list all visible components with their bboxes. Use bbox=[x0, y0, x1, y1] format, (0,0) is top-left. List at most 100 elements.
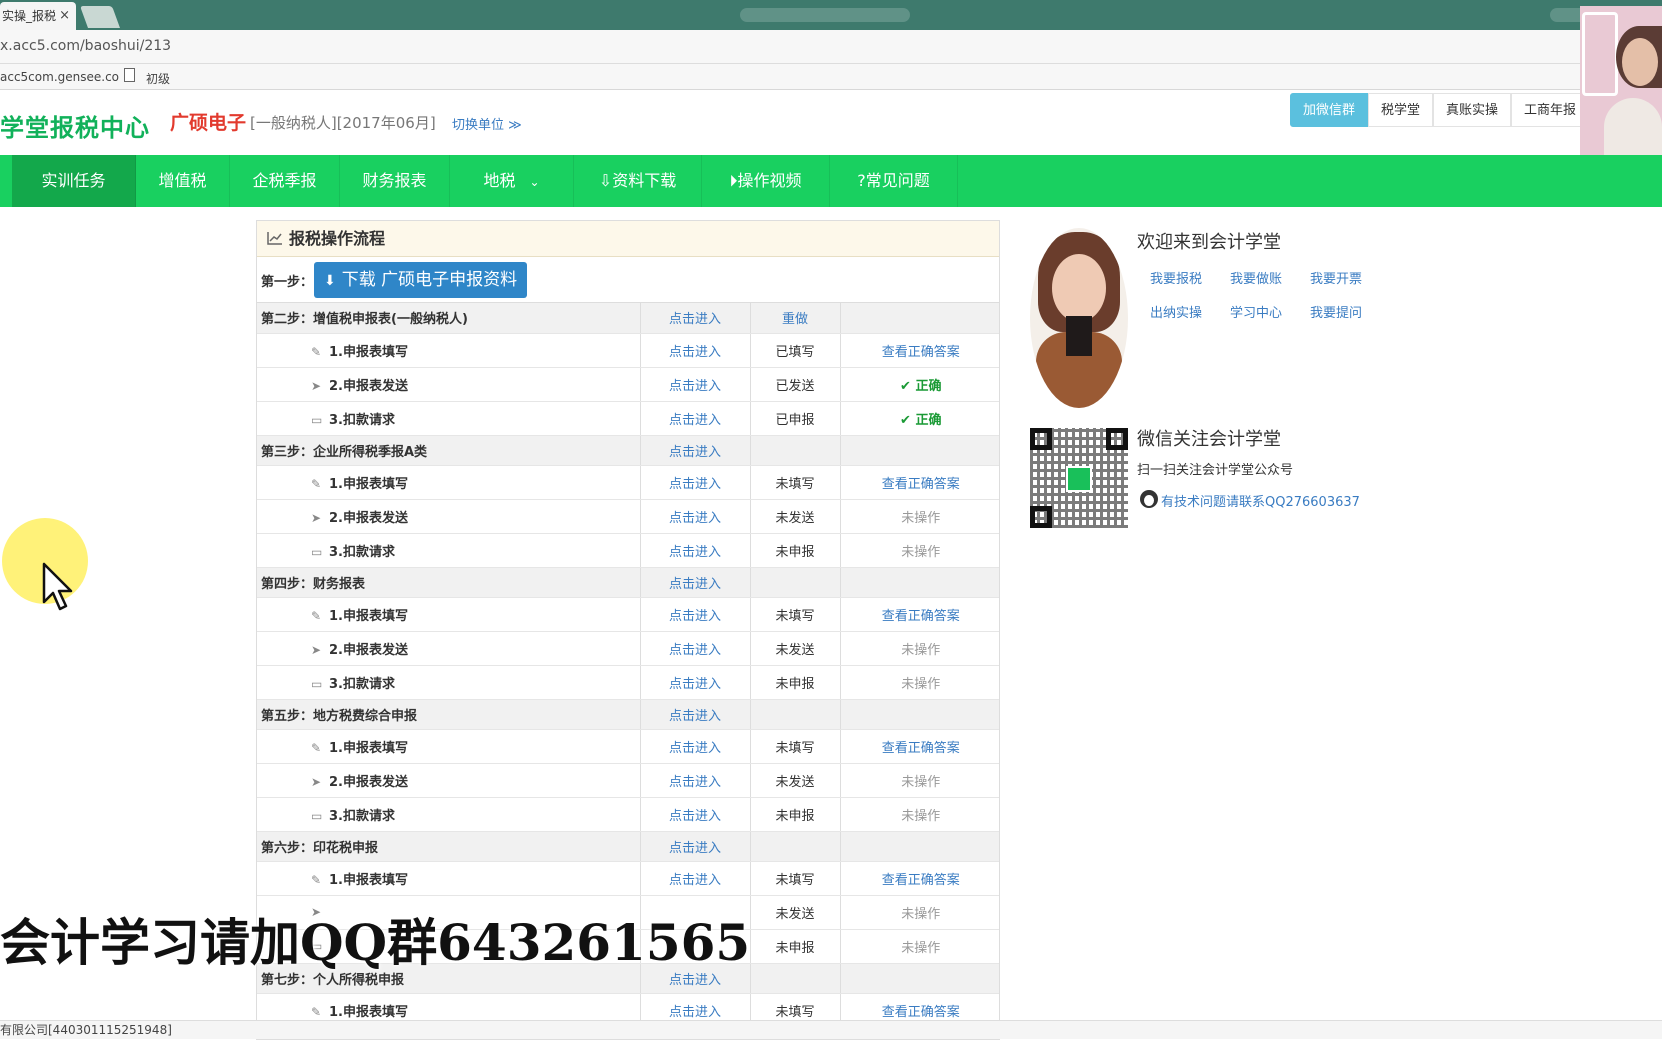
view-answer-link[interactable]: 查看正确答案 bbox=[882, 1005, 960, 1020]
step-title: 第三步：企业所得税季报A类 bbox=[261, 444, 428, 460]
result-text: 未操作 bbox=[901, 906, 941, 922]
sub-step: ▭ 3.扣款请求 bbox=[257, 677, 395, 692]
enter-link[interactable]: 点击进入 bbox=[669, 445, 721, 460]
annual-report-link[interactable]: 工商年报 bbox=[1511, 93, 1590, 127]
quick-link-bookkeeping[interactable]: 我要做账 bbox=[1230, 268, 1282, 287]
enter-link[interactable]: 点击进入 bbox=[669, 775, 721, 790]
download-materials-button[interactable]: ⬇ 下载 广硕电子申报资料 bbox=[314, 262, 528, 298]
sub-step: ✎ 1.申报表填写 bbox=[257, 873, 408, 888]
enter-link[interactable]: 点击进入 bbox=[669, 1005, 721, 1020]
monitor-icon: ▭ bbox=[311, 676, 323, 691]
sub-step-label: 1.申报表填写 bbox=[329, 1004, 408, 1020]
play-icon: ⏵ bbox=[729, 171, 738, 190]
table-row: ✎ 1.申报表填写 点击进入 已填写 查看正确答案 bbox=[257, 333, 999, 368]
status-text: 已填写 bbox=[775, 344, 815, 360]
qq-contact-link[interactable]: 有技术问题请联系QQ276603637 bbox=[1161, 491, 1360, 510]
enter-link[interactable]: 点击进入 bbox=[669, 873, 721, 888]
view-answer-link[interactable]: 查看正确答案 bbox=[882, 609, 960, 624]
enter-link[interactable]: 点击进入 bbox=[669, 477, 721, 492]
enter-link[interactable]: 点击进入 bbox=[669, 545, 721, 560]
nav-local-tax[interactable]: 地税 ⌄ bbox=[450, 155, 574, 207]
nav-download[interactable]: ⇩资料下载 bbox=[574, 155, 702, 207]
enter-link[interactable]: 点击进入 bbox=[669, 643, 721, 658]
new-tab-button[interactable] bbox=[79, 6, 121, 28]
nav-vat[interactable]: 增值税 bbox=[136, 155, 230, 207]
tax-school-link[interactable]: 税学堂 bbox=[1368, 93, 1434, 127]
view-answer-link[interactable]: 查看正确答案 bbox=[882, 873, 960, 888]
sub-step: ✎ 1.申报表填写 bbox=[257, 609, 408, 624]
enter-link[interactable]: 点击进入 bbox=[669, 809, 721, 824]
question-icon: ? bbox=[857, 171, 866, 190]
line-chart-icon bbox=[267, 232, 282, 245]
view-answer-link[interactable]: 查看正确答案 bbox=[882, 345, 960, 360]
welcome-title: 欢迎来到会计学堂 bbox=[1137, 232, 1281, 253]
nav-financial-report[interactable]: 财务报表 bbox=[340, 155, 450, 207]
switch-unit-link[interactable]: 切换单位 ≫ bbox=[452, 114, 522, 133]
quick-link-invoice[interactable]: 我要开票 bbox=[1310, 268, 1362, 287]
enter-link[interactable]: 点击进入 bbox=[669, 677, 721, 692]
sub-step: ➤ 2.申报表发送 bbox=[257, 643, 408, 658]
real-accounts-link[interactable]: 真账实操 bbox=[1433, 93, 1512, 127]
nav-corp-tax[interactable]: 企税季报 bbox=[230, 155, 340, 207]
top-links: 加微信群 税学堂 真账实操 工商年报 bbox=[1290, 93, 1590, 127]
enter-link[interactable]: 点击进入 bbox=[669, 709, 721, 724]
step-one-row: 第一步： ⬇ 下载 广硕电子申报资料 bbox=[257, 257, 999, 303]
enter-link[interactable]: 点击进入 bbox=[669, 312, 721, 327]
quick-link-learning[interactable]: 学习中心 bbox=[1230, 302, 1282, 321]
sub-step-label: 2.申报表发送 bbox=[329, 642, 408, 658]
join-wechat-button[interactable]: 加微信群 bbox=[1290, 93, 1369, 127]
nav-videos[interactable]: ⏵操作视频 bbox=[702, 155, 830, 207]
quick-link-ask[interactable]: 我要提问 bbox=[1310, 302, 1362, 321]
view-answer-link[interactable]: 查看正确答案 bbox=[882, 741, 960, 756]
step-header-row: 第六步：印花税申报 点击进入 bbox=[257, 831, 999, 862]
result-text: 未操作 bbox=[901, 510, 941, 526]
site-brand[interactable]: 学堂报税中心 bbox=[0, 108, 150, 143]
sub-step: ▭ 3.扣款请求 bbox=[257, 545, 395, 560]
enter-link[interactable]: 点击进入 bbox=[669, 379, 721, 394]
enter-link[interactable]: 点击进入 bbox=[669, 413, 721, 428]
nav-faq[interactable]: ?常见问题 bbox=[830, 155, 958, 207]
bookmark-item[interactable]: acc5com.gensee.co bbox=[0, 70, 119, 84]
sub-step: ✎ 1.申报表填写 bbox=[257, 477, 408, 492]
wechat-subtitle: 扫一扫关注会计学堂公众号 bbox=[1137, 463, 1294, 478]
result-text: 未操作 bbox=[901, 774, 941, 790]
table-row: ▭ 3.扣款请求 点击进入 未申报 未操作 bbox=[257, 665, 999, 700]
browser-tab[interactable]: 实操_报税 × bbox=[0, 2, 76, 30]
table-row: ➤ 2.申报表发送 点击进入 未发送 未操作 bbox=[257, 631, 999, 666]
enter-link[interactable]: 点击进入 bbox=[669, 741, 721, 756]
enter-link[interactable]: 点击进入 bbox=[669, 345, 721, 360]
address-bar[interactable] bbox=[0, 30, 1662, 64]
url-text[interactable]: x.acc5.com/baoshui/213 bbox=[0, 38, 171, 54]
teacher-avatar bbox=[1030, 228, 1128, 408]
status-text: 已发送 bbox=[775, 378, 815, 394]
sub-step-label: 2.申报表发送 bbox=[329, 378, 408, 394]
enter-link[interactable]: 点击进入 bbox=[669, 577, 721, 592]
table-row: ✎ 1.申报表填写 点击进入 未填写 查看正确答案 bbox=[257, 597, 999, 632]
nav-local-tax-label: 地税 bbox=[483, 171, 516, 190]
enter-link[interactable]: 点击进入 bbox=[669, 841, 721, 856]
step-header-row: 第二步：增值税申报表(一般纳税人) 点击进入 重做 bbox=[257, 303, 999, 334]
nav-training-tasks[interactable]: 实训任务 bbox=[12, 155, 136, 207]
status-text: 未填写 bbox=[775, 608, 815, 624]
status-text: 未发送 bbox=[775, 510, 815, 526]
quick-link-cashier[interactable]: 出纳实操 bbox=[1150, 302, 1202, 321]
monitor-icon: ▭ bbox=[311, 412, 323, 427]
send-icon: ➤ bbox=[311, 642, 322, 657]
enter-link[interactable]: 点击进入 bbox=[669, 609, 721, 624]
redo-link[interactable]: 重做 bbox=[782, 312, 808, 327]
status-text: 未申报 bbox=[775, 808, 815, 824]
sub-step: ✎ 1.申报表填写 bbox=[257, 741, 408, 756]
bookmark-item[interactable]: 初级 bbox=[146, 70, 170, 87]
quick-link-file-tax[interactable]: 我要报税 bbox=[1150, 268, 1202, 287]
enter-link[interactable]: 点击进入 bbox=[669, 511, 721, 526]
sub-step-label: 1.申报表填写 bbox=[329, 476, 408, 492]
sub-step-label: 3.扣款请求 bbox=[329, 808, 395, 824]
view-answer-link[interactable]: 查看正确答案 bbox=[882, 477, 960, 492]
close-tab-icon[interactable]: × bbox=[59, 2, 70, 30]
qr-logo bbox=[1066, 466, 1092, 492]
edit-icon: ✎ bbox=[311, 476, 322, 491]
sub-step-label: 2.申报表发送 bbox=[329, 510, 408, 526]
result-text: 未操作 bbox=[901, 642, 941, 658]
mouse-cursor-icon bbox=[42, 562, 73, 611]
send-icon: ➤ bbox=[311, 774, 322, 789]
